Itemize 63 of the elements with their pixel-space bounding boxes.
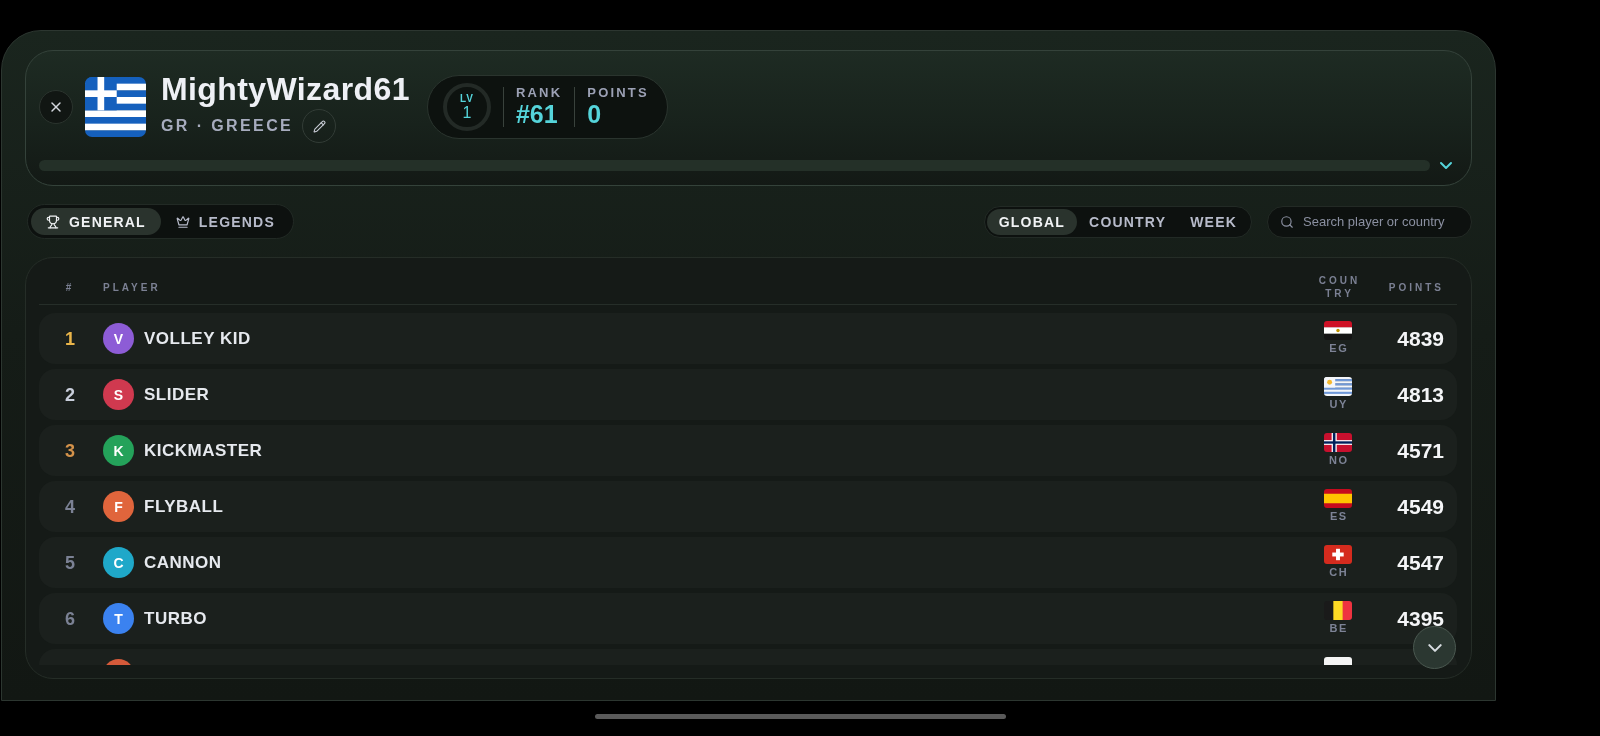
country-code: NO	[1328, 454, 1349, 467]
flag-icon	[1324, 545, 1352, 564]
trophy-icon	[46, 214, 60, 229]
points-value: 4547	[1397, 552, 1444, 573]
player-name: MightyWizard61	[161, 71, 410, 107]
filter-tab[interactable]: WEEK	[1178, 208, 1249, 235]
column-header: #	[65, 280, 75, 294]
country-code: ES	[1328, 510, 1348, 523]
stat-value: 0	[587, 100, 602, 129]
flag-icon	[1324, 489, 1352, 508]
flag-icon	[1324, 433, 1352, 452]
avatar: C	[103, 547, 134, 578]
filter-tab[interactable]: GLOBAL	[986, 208, 1078, 235]
country-code: UY	[1328, 398, 1348, 411]
column-header: COUNTRY	[1317, 274, 1361, 300]
filter-tab[interactable]: COUNTRY	[1077, 208, 1179, 235]
rank-number: 4	[65, 495, 75, 518]
avatar: F	[103, 491, 134, 522]
level-value: 1	[462, 104, 472, 121]
chevron-down-icon	[1427, 643, 1442, 652]
level-label: LV	[459, 93, 474, 104]
player-name: FLYBALL	[144, 496, 224, 517]
stat-value: #61	[515, 100, 558, 129]
flag-icon	[1324, 321, 1352, 340]
column-header: PLAYER	[103, 280, 161, 294]
rank-number: 1	[65, 327, 75, 350]
flag-icon	[1324, 377, 1352, 396]
rank-number: 6	[65, 607, 75, 630]
tab[interactable]: GENERAL	[31, 208, 161, 235]
pencil-icon	[312, 119, 326, 133]
player-name: SLIDER	[144, 384, 210, 405]
crown-icon	[175, 214, 190, 229]
stat-label: POINTS	[587, 85, 649, 100]
flag-icon	[85, 77, 146, 137]
avatar: V	[103, 323, 134, 354]
search-icon	[1280, 214, 1294, 229]
points-value: 4571	[1397, 440, 1444, 461]
player-name: KICKMASTER	[144, 440, 263, 461]
avatar: T	[103, 603, 134, 634]
chevron-down-icon	[1440, 161, 1452, 169]
stat-label: RANK	[515, 85, 563, 100]
close-icon	[48, 99, 64, 115]
player-name: CANNON	[144, 552, 222, 573]
rank-number: 2	[65, 383, 75, 406]
country-code: BE	[1328, 622, 1348, 635]
player-name: VOLLEY KID	[144, 328, 251, 349]
rank-number: 5	[65, 551, 75, 574]
points-value: 4549	[1397, 496, 1444, 517]
rank-number: 3	[65, 439, 75, 462]
country-code: EG	[1328, 342, 1349, 355]
player-name: TURBO	[144, 608, 207, 629]
avatar: S	[103, 379, 134, 410]
tab[interactable]: LEGENDS	[160, 208, 290, 235]
flag-icon	[1324, 601, 1352, 620]
points-value: 4395	[1397, 608, 1444, 629]
country-code: CH	[1328, 566, 1349, 579]
avatar: K	[103, 435, 134, 466]
column-header: POINTS	[1388, 280, 1444, 294]
country-label: GR · GREECE	[161, 116, 294, 136]
close-button[interactable]	[39, 90, 73, 124]
points-value: 4839	[1397, 328, 1444, 349]
search-field[interactable]: Search player or country	[1267, 205, 1472, 238]
points-value: 4813	[1397, 384, 1444, 405]
